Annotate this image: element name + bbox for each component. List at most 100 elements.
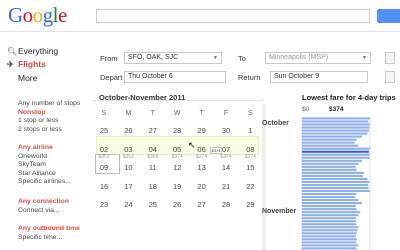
calendar-day[interactable]: 30 <box>214 126 238 135</box>
fare-bar[interactable] <box>302 147 370 150</box>
search-input[interactable] <box>96 9 370 23</box>
chevron-down-icon[interactable]: ▼ <box>213 53 218 63</box>
fare-bar[interactable] <box>302 162 359 165</box>
search-button[interactable] <box>377 9 400 23</box>
calendar-day[interactable]: 25 <box>92 126 116 135</box>
fare-bar[interactable] <box>302 192 357 196</box>
fare-bar[interactable] <box>302 199 359 202</box>
swap-button[interactable] <box>385 52 395 64</box>
stops-option-1[interactable]: 1 stop or less <box>18 117 80 126</box>
calendar-day[interactable]: 22 <box>238 182 262 191</box>
fare-bar[interactable] <box>302 208 357 211</box>
fare-bar[interactable] <box>302 126 370 129</box>
fare-bar[interactable] <box>302 174 363 177</box>
fare-bar[interactable] <box>302 159 362 162</box>
fare-bar[interactable] <box>302 238 357 241</box>
calendar-day[interactable]: 05 <box>165 145 189 154</box>
google-logo[interactable]: Google <box>8 3 67 28</box>
calendar-day[interactable]: 02 <box>92 145 116 154</box>
calendar-day[interactable]: 28 <box>165 126 189 135</box>
calendar-day[interactable]: 04 <box>141 145 165 154</box>
calendar-day[interactable]: 20 <box>190 182 214 191</box>
fare-bar[interactable] <box>302 156 370 159</box>
fare-bar[interactable] <box>302 202 362 205</box>
calendar-day[interactable]: 1 <box>238 126 262 135</box>
fare-bar[interactable] <box>302 235 356 238</box>
calendar-day[interactable]: 14 <box>214 163 238 172</box>
nav-more[interactable]: More <box>18 73 37 83</box>
fare-bar[interactable] <box>302 241 357 244</box>
return-date-field[interactable]: Sun October 9 <box>270 71 368 83</box>
outbound-filter-heading[interactable]: Any outbound time <box>18 225 80 234</box>
calendar-day[interactable]: 26 <box>165 200 189 209</box>
fare-bar[interactable] <box>302 247 357 250</box>
fare-bar[interactable] <box>302 186 369 190</box>
fare-bar[interactable] <box>302 220 356 223</box>
fare-bar[interactable] <box>302 244 359 247</box>
fare-bar[interactable] <box>302 168 357 171</box>
fare-bar[interactable] <box>302 141 355 144</box>
airline-filter-heading[interactable]: Any airline <box>18 144 71 153</box>
calendar-day[interactable]: 08 <box>238 145 262 154</box>
calendar-day[interactable]: 03 <box>116 145 140 154</box>
fare-bar[interactable] <box>302 229 358 232</box>
fare-bar[interactable] <box>302 189 370 193</box>
calendar-day[interactable]: 27 <box>141 126 165 135</box>
calendar-day[interactable]: 21 <box>214 182 238 191</box>
fare-bar[interactable] <box>302 153 370 156</box>
fare-bar[interactable] <box>302 132 368 135</box>
stops-option-2[interactable]: 2 stops or less <box>18 126 80 135</box>
fare-bar[interactable] <box>302 117 370 120</box>
connection-option-via[interactable]: Connect via... <box>18 207 69 216</box>
chevron-down-icon[interactable]: ▼ <box>362 53 367 63</box>
fare-bar-chart[interactable] <box>266 117 400 250</box>
calendar-day[interactable]: 29 <box>238 200 262 209</box>
fare-bar[interactable] <box>302 205 356 208</box>
outbound-option-specific[interactable]: Specific time... <box>18 234 80 243</box>
fare-bar[interactable] <box>302 171 364 174</box>
fare-bar[interactable] <box>302 129 369 132</box>
calendar-day[interactable]: 29 <box>190 126 214 135</box>
fare-bar[interactable] <box>302 214 359 217</box>
fare-bar[interactable] <box>302 138 357 141</box>
airline-option-oneworld[interactable]: Oneworld <box>18 153 71 162</box>
to-field[interactable]: Minneapolis (MSP) ▼ <box>265 52 371 64</box>
calendar-day[interactable]: 18 <box>141 182 165 191</box>
fare-bar[interactable] <box>302 223 357 226</box>
calendar-day[interactable]: 10 <box>116 163 140 172</box>
fare-bar[interactable] <box>302 217 357 220</box>
calendar-day[interactable]: 26 <box>116 126 140 135</box>
depart-date-field[interactable]: Thu October 6 <box>124 71 226 83</box>
from-field[interactable]: SFO, OAK, SJC ▼ <box>124 52 222 64</box>
stops-filter-heading[interactable]: Any number of stops <box>18 100 80 109</box>
connection-filter-heading[interactable]: Any connection <box>18 198 69 207</box>
calendar-day[interactable]: 27 <box>190 200 214 209</box>
calendar-day[interactable]: 16 <box>92 182 116 191</box>
fare-bar[interactable] <box>302 226 359 229</box>
calendar-day[interactable]: 17 <box>116 182 140 191</box>
fare-bar[interactable] <box>302 165 356 168</box>
airline-option-star-alliance[interactable]: Star Alliance <box>18 170 71 179</box>
stops-option-nonstop[interactable]: Nonstop <box>18 109 80 118</box>
airline-option-specific[interactable]: Specific airlines... <box>18 178 71 187</box>
fare-bar[interactable] <box>302 211 361 214</box>
nav-everything[interactable]: 🔍︎Everything <box>7 46 58 56</box>
fare-bar[interactable] <box>302 195 355 199</box>
fare-bar[interactable] <box>302 180 370 183</box>
fare-bar[interactable] <box>302 183 369 187</box>
return-options-button[interactable] <box>385 71 395 83</box>
calendar-day[interactable]: 24 <box>116 200 140 209</box>
nav-flights[interactable]: ✈︎ Flights <box>7 59 46 69</box>
fare-bar[interactable] <box>302 144 359 147</box>
fare-bar[interactable] <box>302 123 370 126</box>
fare-bar[interactable] <box>302 177 368 180</box>
fare-bar[interactable] <box>302 232 357 235</box>
calendar-day[interactable]: 19 <box>165 182 189 191</box>
calendar-day[interactable]: 25 <box>141 200 165 209</box>
airline-option-skyteam[interactable]: SkyTeam <box>18 161 71 170</box>
calendar-day[interactable]: 09 <box>92 163 116 172</box>
fare-bar[interactable] <box>302 150 369 153</box>
calendar-day[interactable]: 15 <box>238 163 262 172</box>
fare-bar[interactable] <box>302 120 369 123</box>
calendar-day[interactable]: 11 <box>141 163 165 172</box>
